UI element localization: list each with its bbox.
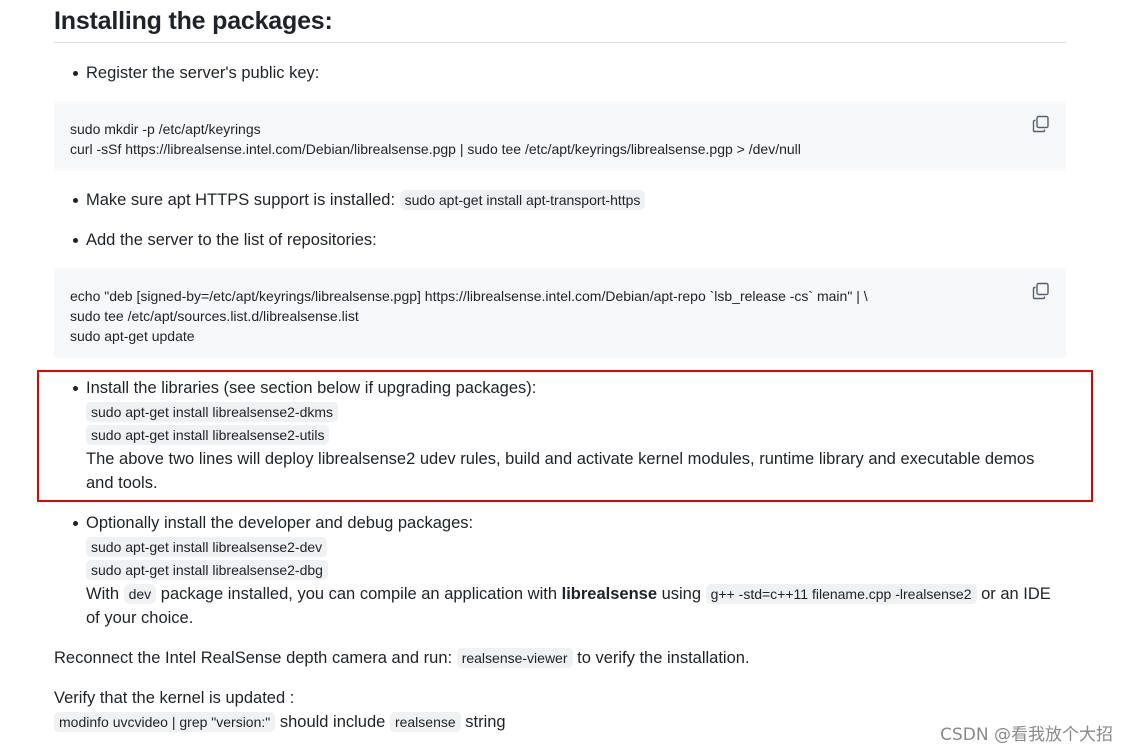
inline-code-compile: g++ -std=c++11 filename.cpp -lrealsense2 bbox=[705, 584, 977, 604]
step-optional-text: Optionally install the developer and deb… bbox=[86, 514, 474, 532]
package-installed-text: package installed, you can compile an ap… bbox=[160, 585, 558, 603]
section-heading: Installing the packages: bbox=[54, 0, 1066, 43]
code-line: sudo tee /etc/apt/sources.list.d/libreal… bbox=[70, 308, 359, 324]
watermark: CSDN @看我放个大招 bbox=[940, 725, 1113, 745]
with-text: With bbox=[86, 585, 119, 603]
string-text: string bbox=[465, 713, 506, 731]
inline-code-dbg: sudo apt-get install librealsense2-dbg bbox=[86, 560, 328, 580]
step-https-support: Make sure apt HTTPS support is installed… bbox=[54, 188, 1066, 212]
inline-code-dev-word: dev bbox=[123, 584, 157, 604]
inline-code-dev: sudo apt-get install librealsense2-dev bbox=[86, 537, 328, 557]
inline-code-viewer: realsense-viewer bbox=[456, 648, 573, 668]
librealsense-bold: librealsense bbox=[561, 585, 657, 603]
copy-icon[interactable] bbox=[1032, 282, 1050, 300]
code-block-register-key: sudo mkdir -p /etc/apt/keyrings curl -sS… bbox=[54, 101, 1066, 171]
inline-code-realsense: realsense bbox=[389, 712, 461, 732]
step-list-1: Register the server's public key: bbox=[54, 61, 1066, 85]
inline-code-https: sudo apt-get install apt-transport-https bbox=[399, 190, 646, 210]
readme-content: Installing the packages: Register the se… bbox=[54, 0, 1066, 734]
copy-icon[interactable] bbox=[1032, 115, 1050, 133]
step-register-key: Register the server's public key: bbox=[54, 61, 1066, 85]
step-https-text: Make sure apt HTTPS support is installed… bbox=[86, 191, 396, 209]
reconnect-paragraph: Reconnect the Intel RealSense depth came… bbox=[54, 646, 1066, 670]
reconnect-text: Reconnect the Intel RealSense depth came… bbox=[54, 649, 453, 667]
inline-code-modinfo: modinfo uvcvideo | grep "version:" bbox=[54, 712, 276, 732]
code-line: echo "deb [signed-by=/etc/apt/keyrings/l… bbox=[70, 288, 868, 304]
code-line: curl -sSf https://librealsense.intel.com… bbox=[70, 141, 801, 157]
code-line: sudo apt-get update bbox=[70, 328, 195, 344]
code-line: sudo mkdir -p /etc/apt/keyrings bbox=[70, 121, 261, 137]
reconnect-after-text: to verify the installation. bbox=[577, 649, 750, 667]
step-add-repo-text: Add the server to the list of repositori… bbox=[86, 231, 377, 249]
step-register-key-text: Register the server's public key: bbox=[86, 64, 320, 82]
step-list-2: Make sure apt HTTPS support is installed… bbox=[54, 188, 1066, 252]
step-optional-dev: Optionally install the developer and deb… bbox=[54, 511, 1066, 630]
verify-text: Verify that the kernel is updated : bbox=[54, 689, 295, 707]
step-add-repo: Add the server to the list of repositori… bbox=[54, 228, 1066, 252]
highlight-box bbox=[37, 370, 1093, 502]
should-include-text: should include bbox=[279, 713, 386, 731]
verify-paragraph: Verify that the kernel is updated : modi… bbox=[54, 686, 1066, 734]
code-block-add-repo: echo "deb [signed-by=/etc/apt/keyrings/l… bbox=[54, 268, 1066, 358]
using-text: using bbox=[661, 585, 702, 603]
